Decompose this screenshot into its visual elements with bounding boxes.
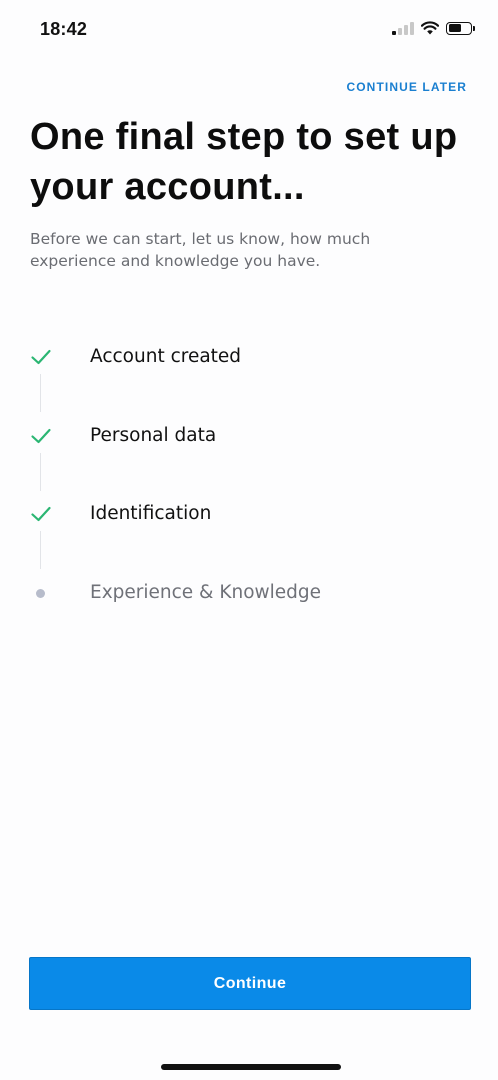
step-account-created: Account created <box>0 336 498 415</box>
checkmark-icon <box>31 428 51 443</box>
continue-button[interactable]: Continue <box>29 957 471 1010</box>
progress-stepper: Account created Personal data Identifica… <box>0 336 498 650</box>
checkmark-icon <box>31 349 51 365</box>
step-label: Experience & Knowledge <box>90 581 322 603</box>
step-connector <box>40 374 41 412</box>
step-experience-knowledge: Experience & Knowledge <box>0 572 498 651</box>
status-icons <box>392 21 475 35</box>
continue-later-link[interactable]: CONTINUE LATER <box>346 80 467 94</box>
step-personal-data: Personal data <box>0 415 498 494</box>
step-identification: Identification <box>0 493 498 572</box>
wifi-icon <box>421 21 439 35</box>
checkmark-icon <box>31 506 51 522</box>
step-label: Personal data <box>90 424 217 446</box>
step-connector <box>40 452 41 491</box>
home-indicator <box>161 1064 341 1070</box>
step-connector <box>40 531 41 569</box>
status-bar: 18:42 <box>0 0 498 58</box>
onboarding-screen: 18:42 CONTINUE LATER One final step to s… <box>0 0 498 1080</box>
page-title: One final step to set up your account... <box>30 116 458 208</box>
cellular-signal-icon <box>392 21 414 35</box>
battery-icon <box>446 21 475 35</box>
pending-dot-icon <box>36 588 45 598</box>
battery-fill <box>448 24 461 32</box>
step-label: Identification <box>90 503 212 524</box>
step-label: Account created <box>90 346 242 367</box>
status-time: 18:42 <box>40 19 88 39</box>
page-subtitle: Before we can start, let us know, how mu… <box>30 230 371 270</box>
